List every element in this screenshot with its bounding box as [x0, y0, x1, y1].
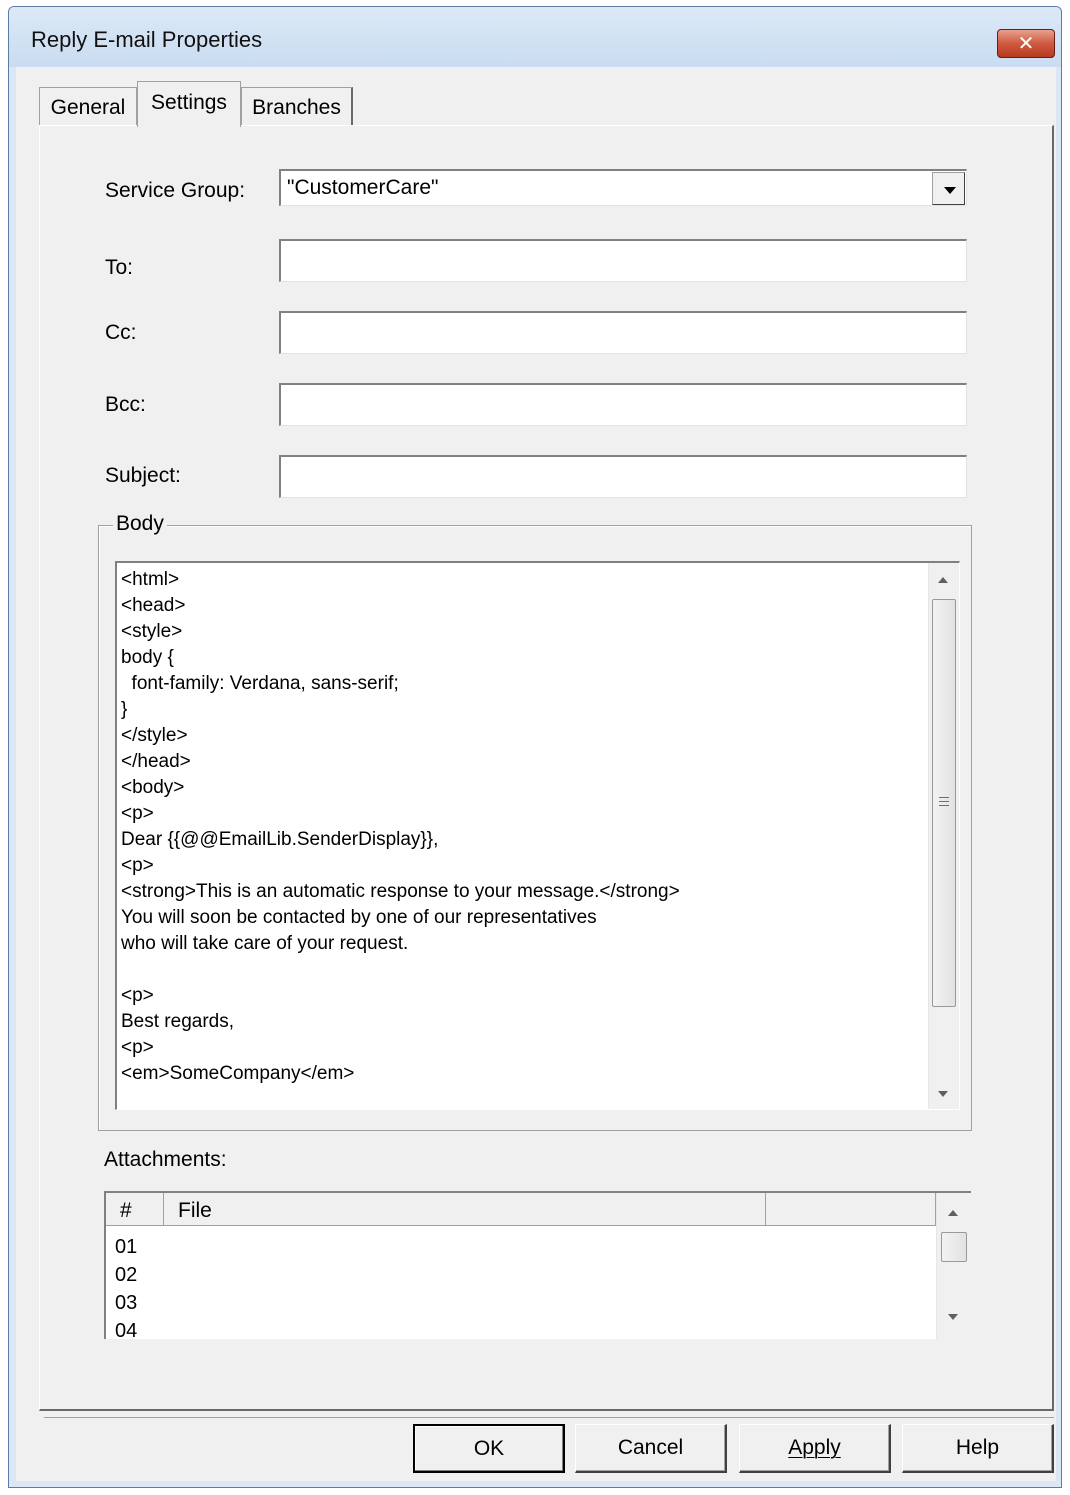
body-text-line: Dear {{@@EmailLib.SenderDisplay}}, [121, 829, 439, 850]
subject-label: Subject: [105, 464, 181, 487]
grip-line [939, 797, 949, 798]
bcc-field[interactable] [279, 383, 967, 426]
grip-line [939, 801, 949, 802]
scroll-up-icon[interactable] [938, 577, 948, 583]
body-text-line: Best regards, [121, 1011, 234, 1032]
tab-branches[interactable]: Branches [241, 87, 353, 125]
body-scroll-thumb[interactable] [932, 599, 956, 1007]
tab-settings-label: Settings [151, 91, 227, 114]
body-text-line: </head> [121, 751, 191, 772]
tab-general-label: General [50, 96, 126, 119]
service-group-value: "CustomerCare" [287, 176, 439, 199]
scroll-up-icon[interactable] [948, 1210, 958, 1216]
body-text-line: <p> [121, 855, 154, 876]
subject-field[interactable] [279, 455, 967, 498]
body-text-line: <p> [121, 1037, 154, 1058]
body-textarea[interactable]: <html> <head> <style> body { font-family: V… [115, 561, 960, 1110]
apply-button-label: Apply [788, 1436, 841, 1459]
column-header-file[interactable]: File [164, 1193, 766, 1226]
attachments-scroll-thumb[interactable] [941, 1232, 967, 1262]
attachment-row[interactable]: 01 [115, 1233, 137, 1261]
attachment-row[interactable]: 04 [115, 1317, 137, 1339]
attachments-vertical-scrollbar[interactable] [936, 1193, 971, 1339]
tab-branches-label: Branches [252, 96, 341, 119]
scroll-down-icon[interactable] [938, 1091, 948, 1097]
bcc-label: Bcc: [105, 393, 146, 416]
to-field[interactable] [279, 239, 967, 282]
close-button[interactable]: ✕ [997, 29, 1055, 58]
cancel-button[interactable]: Cancel [575, 1424, 727, 1473]
body-text-line: <body> [121, 777, 185, 798]
column-header-number-label: # [120, 1199, 132, 1222]
title-bar[interactable]: Reply E-mail Properties ✕ [9, 7, 1061, 67]
column-header-extra[interactable] [766, 1193, 936, 1226]
scroll-down-icon[interactable] [948, 1314, 958, 1320]
attachments-label: Attachments: [104, 1148, 227, 1171]
dialog-window: Reply E-mail Properties ✕ General Settin… [8, 6, 1062, 1488]
body-text-line: <html> [121, 569, 180, 590]
body-text-line: You will soon be contacted by one of our… [121, 907, 597, 928]
ok-button[interactable]: OK [413, 1424, 565, 1473]
tab-general[interactable]: General [39, 87, 137, 125]
window-title: Reply E-mail Properties [31, 27, 263, 52]
body-vertical-scrollbar[interactable] [928, 563, 959, 1109]
button-separator [44, 1417, 1054, 1418]
body-text-line: <strong>This is an automatic response to… [121, 881, 680, 902]
body-text-line: <p> [121, 803, 154, 824]
apply-button[interactable]: Apply [739, 1424, 891, 1473]
chevron-down-icon[interactable] [932, 172, 965, 205]
body-text-line: <p> [121, 985, 154, 1006]
column-header-file-label: File [178, 1199, 212, 1222]
attachment-row[interactable]: 02 [115, 1261, 137, 1289]
body-text-line: } [121, 699, 128, 720]
column-header-number[interactable]: # [106, 1193, 164, 1226]
body-text-line: <style> [121, 621, 183, 642]
attachments-list[interactable]: # File 01 02 03 04 [104, 1191, 971, 1339]
to-label: To: [105, 256, 134, 279]
body-text-line: font-family: Verdana, sans-serif; [121, 673, 399, 694]
body-text-line: <em>SomeCompany</em> [121, 1063, 355, 1084]
service-group-dropdown[interactable]: "CustomerCare" [279, 169, 967, 206]
tab-settings[interactable]: Settings [137, 81, 241, 127]
body-text-line: </style> [121, 725, 188, 746]
cc-label: Cc: [105, 321, 137, 344]
cc-field[interactable] [279, 311, 967, 354]
help-button[interactable]: Help [902, 1424, 1054, 1473]
body-text-line: who will take care of your request. [121, 933, 409, 954]
body-text-line: body { [121, 647, 174, 668]
dialog-client-area: General Settings Branches Service Group:… [16, 67, 1056, 1481]
grip-line [939, 805, 949, 806]
service-group-label: Service Group: [105, 179, 246, 202]
body-text-line: <head> [121, 595, 186, 616]
attachment-row[interactable]: 03 [115, 1289, 137, 1317]
body-group-title: Body [113, 512, 167, 536]
